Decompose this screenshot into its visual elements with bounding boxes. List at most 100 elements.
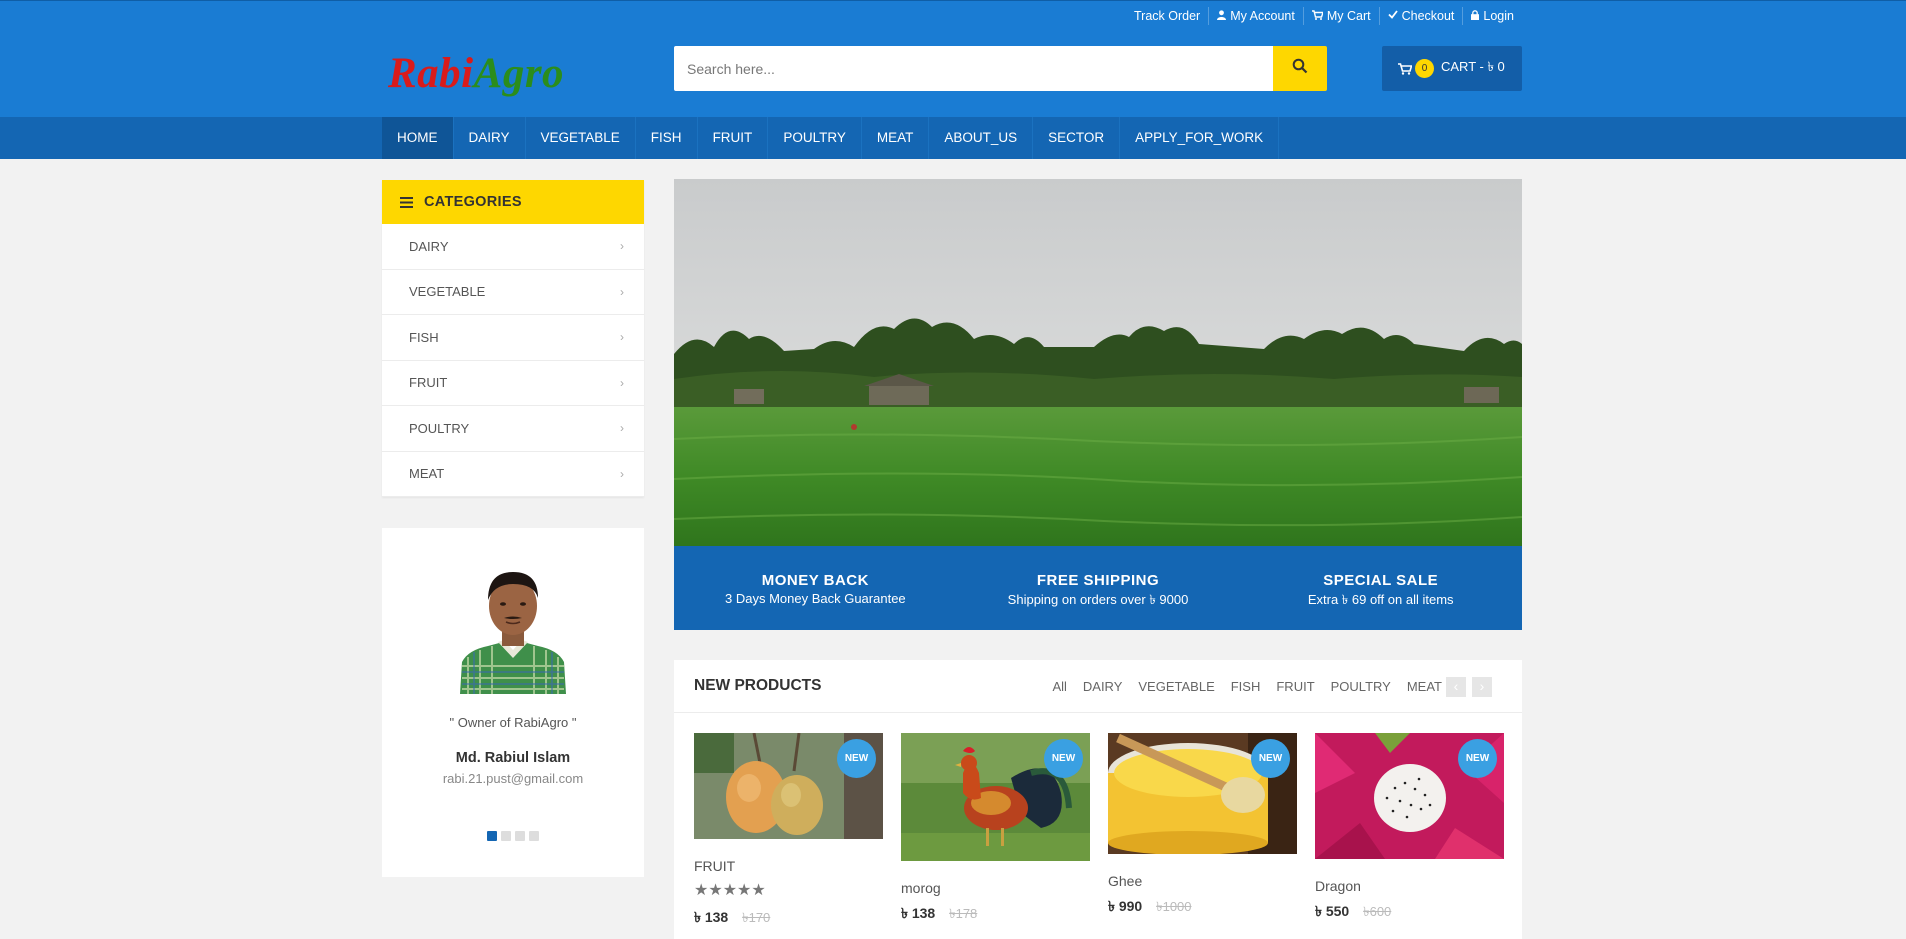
- categories-list: DAIRY › VEGETABLE › FISH › FRUIT › POULTRY › MEAT ›: [382, 224, 644, 497]
- track-order-link[interactable]: Track Order: [1126, 7, 1208, 25]
- new-badge: NEW: [1044, 739, 1083, 778]
- old-price: ৳600: [1363, 904, 1392, 919]
- checkout-link[interactable]: Checkout: [1378, 7, 1463, 25]
- nav-item-home[interactable]: HOME: [382, 117, 454, 159]
- login-link[interactable]: Login: [1462, 7, 1522, 25]
- product-image[interactable]: NEW: [1108, 733, 1297, 854]
- owner-email: rabi.21.pust@gmail.com: [442, 771, 584, 786]
- category-label: VEGETABLE: [409, 284, 486, 300]
- chevron-right-icon[interactable]: ›: [1472, 677, 1492, 697]
- filter-tab-vegetable[interactable]: VEGETABLE: [1138, 679, 1214, 694]
- nav-item-fish[interactable]: FISH: [636, 117, 698, 159]
- my-account-link[interactable]: My Account: [1208, 7, 1303, 25]
- new-badge: NEW: [837, 739, 876, 778]
- product-image[interactable]: NEW: [901, 733, 1090, 861]
- my-cart-link[interactable]: My Cart: [1302, 7, 1379, 25]
- categories-header: CATEGORIES: [382, 180, 644, 224]
- chevron-right-icon: ›: [620, 466, 624, 481]
- feature-special-sale: SPECIAL SALE Extra ৳ 69 off on all items: [1239, 546, 1522, 630]
- check-icon: [1387, 10, 1398, 22]
- current-price: ৳ 138: [694, 909, 729, 925]
- nav-item-vegetable[interactable]: VEGETABLE: [526, 117, 636, 159]
- chevron-right-icon: ›: [620, 284, 624, 299]
- feature-title: SPECIAL SALE: [1323, 572, 1439, 589]
- product-card[interactable]: NEW Dragon ৳ 550 ৳600: [1315, 733, 1504, 924]
- category-item-meat[interactable]: MEAT ›: [382, 452, 644, 497]
- new-products-title: NEW PRODUCTS: [694, 677, 822, 694]
- old-price: ৳1000: [1156, 899, 1192, 914]
- filter-tab-meat[interactable]: MEAT: [1407, 679, 1442, 694]
- nav-item-sector[interactable]: SECTOR: [1033, 117, 1121, 159]
- product-name[interactable]: Ghee: [1108, 873, 1297, 889]
- nav-item-fruit[interactable]: FRUIT: [698, 117, 769, 159]
- category-label: DAIRY: [409, 238, 449, 254]
- carousel-dot[interactable]: [515, 831, 525, 841]
- carousel-arrows: ‹ ›: [1446, 677, 1492, 697]
- cart-count-badge: 0: [1415, 59, 1434, 78]
- search-icon: [1292, 58, 1308, 79]
- category-item-fish[interactable]: FISH ›: [382, 315, 644, 361]
- search-input[interactable]: [674, 46, 1273, 91]
- category-item-dairy[interactable]: DAIRY ›: [382, 224, 644, 270]
- product-price: ৳ 138 ৳178: [901, 902, 1090, 926]
- nav-item-meat[interactable]: MEAT: [862, 117, 930, 159]
- category-item-fruit[interactable]: FRUIT ›: [382, 361, 644, 406]
- old-price: ৳178: [949, 906, 978, 921]
- my-account-label: My Account: [1230, 9, 1295, 23]
- site-logo[interactable]: RabiAgro: [388, 49, 564, 98]
- top-links: Track Order My Account My Cart Checkout …: [1126, 7, 1522, 25]
- feature-subtitle: 3 Days Money Back Guarantee: [725, 591, 906, 606]
- logo-part-1: Rabi: [388, 50, 474, 97]
- chevron-left-icon[interactable]: ‹: [1446, 677, 1466, 697]
- current-price: ৳ 990: [1108, 898, 1143, 914]
- carousel-dot[interactable]: [487, 831, 497, 841]
- categories-title: CATEGORIES: [424, 194, 522, 210]
- product-name[interactable]: Dragon: [1315, 878, 1504, 894]
- feature-subtitle: Extra ৳ 69 off on all items: [1307, 592, 1454, 607]
- product-image[interactable]: NEW: [694, 733, 883, 839]
- track-order-label: Track Order: [1134, 9, 1201, 23]
- nav-item-apply-for-work[interactable]: APPLY_FOR_WORK: [1120, 117, 1280, 159]
- nav-item-about-us[interactable]: ABOUT_US: [929, 117, 1034, 159]
- cart-label: CART - ৳ 0: [1441, 59, 1505, 74]
- logo-part-2: Agro: [473, 50, 565, 97]
- chevron-right-icon: ›: [620, 421, 624, 436]
- category-item-vegetable[interactable]: VEGETABLE ›: [382, 270, 644, 315]
- product-card[interactable]: NEW Ghee ৳ 990 ৳1000: [1108, 733, 1297, 919]
- old-price: ৳170: [742, 910, 771, 925]
- lock-icon: [1471, 9, 1480, 23]
- new-badge: NEW: [1458, 739, 1497, 778]
- current-price: ৳ 138: [901, 905, 936, 921]
- feature-free-shipping: FREE SHIPPING Shipping on orders over ৳ …: [957, 546, 1240, 630]
- product-filter-tabs: All DAIRY VEGETABLE FISH FRUIT POULTRY MEAT: [1036, 660, 1442, 713]
- site-header: Track Order My Account My Cart Checkout …: [0, 0, 1906, 117]
- category-label: MEAT: [409, 466, 445, 482]
- product-name[interactable]: FRUIT: [694, 858, 883, 874]
- product-card[interactable]: NEW morog ৳ 138 ৳178: [901, 733, 1090, 926]
- search-bar: [674, 46, 1327, 91]
- categories-panel: CATEGORIES DAIRY › VEGETABLE › FISH › FRUIT › PO…: [382, 180, 644, 497]
- nav-item-poultry[interactable]: POULTRY: [768, 117, 862, 159]
- chevron-right-icon: ›: [620, 375, 624, 390]
- carousel-dot[interactable]: [501, 831, 511, 841]
- filter-tab-all[interactable]: All: [1052, 679, 1066, 694]
- rating-stars: ★★★★★: [694, 882, 766, 899]
- filter-tab-dairy[interactable]: DAIRY: [1083, 679, 1123, 694]
- filter-tab-fish[interactable]: FISH: [1231, 679, 1261, 694]
- feature-money-back: MONEY BACK 3 Days Money Back Guarantee: [674, 546, 957, 630]
- hero-banner[interactable]: [674, 179, 1522, 546]
- carousel-dot[interactable]: [529, 831, 539, 841]
- filter-tab-fruit[interactable]: FRUIT: [1276, 679, 1314, 694]
- product-image[interactable]: NEW: [1315, 733, 1504, 859]
- category-label: POULTRY: [409, 420, 470, 436]
- feature-title: MONEY BACK: [761, 572, 869, 589]
- cart-button[interactable]: 0 CART - ৳ 0: [1382, 46, 1522, 91]
- product-card[interactable]: NEW FRUIT ★★★★★ ৳ 138 ৳170: [694, 733, 883, 930]
- search-button[interactable]: [1273, 46, 1327, 91]
- product-name[interactable]: morog: [901, 880, 1090, 896]
- menu-icon: [400, 196, 413, 208]
- category-item-poultry[interactable]: POULTRY ›: [382, 406, 644, 452]
- filter-tab-poultry[interactable]: POULTRY: [1331, 679, 1391, 694]
- product-price: ৳ 550 ৳600: [1315, 900, 1504, 924]
- nav-item-dairy[interactable]: DAIRY: [454, 117, 526, 159]
